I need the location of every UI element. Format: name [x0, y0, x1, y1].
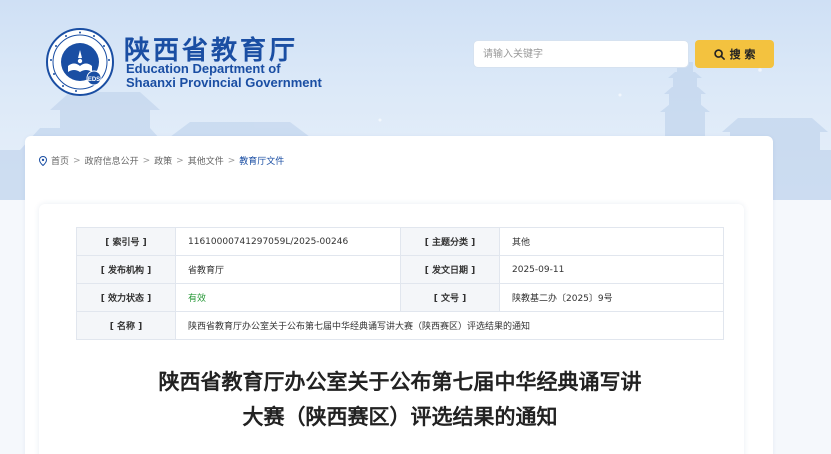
document-title: 陕西省教育厅办公室关于公布第七届中华经典诵写讲 大赛（陕西赛区）评选结果的通知 — [80, 365, 720, 435]
document-number-label: [ 文号 ] — [400, 283, 500, 312]
site-title-english-line1: Education Department of — [126, 61, 281, 76]
validity-status-value: 有效 — [175, 283, 401, 312]
logo-text: EDS — [88, 77, 100, 83]
validity-status-label: [ 效力状态 ] — [76, 283, 176, 312]
issuing-agency-value: 省教育厅 — [175, 255, 401, 284]
breadcrumb: 首页 > 政府信息公开 > 政策 > 其他文件 > 教育厅文件 — [39, 154, 284, 167]
search-button-label: 搜 索 — [729, 48, 756, 61]
breadcrumb-gov-info[interactable]: 政府信息公开 — [85, 154, 139, 167]
search-button[interactable]: 搜 索 — [695, 40, 774, 68]
search-input[interactable] — [474, 41, 688, 67]
issue-date-value: 2025-09-11 — [499, 255, 724, 284]
name-value: 陕西省教育厅办公室关于公布第七届中华经典诵写讲大赛（陕西赛区）评选结果的通知 — [175, 311, 724, 340]
table-row: [ 效力状态 ] 有效 [ 文号 ] 陕教基二办〔2025〕9号 — [76, 283, 724, 312]
index-number-label: [ 索引号 ] — [76, 227, 176, 256]
topic-category-value: 其他 — [499, 227, 724, 256]
index-number-value: 11610000741297059L/2025-00246 — [175, 227, 401, 256]
table-row: [ 发布机构 ] 省教育厅 [ 发文日期 ] 2025-09-11 — [76, 255, 724, 284]
search-icon — [713, 48, 725, 60]
breadcrumb-policy[interactable]: 政策 — [154, 154, 172, 167]
site-title-english-line2: Shaanxi Provincial Government — [126, 75, 322, 90]
document-title-line2: 大赛（陕西赛区）评选结果的通知 — [242, 405, 558, 429]
breadcrumb-separator: > — [142, 155, 151, 166]
issue-date-label: [ 发文日期 ] — [400, 255, 500, 284]
name-label: [ 名称 ] — [76, 311, 176, 340]
breadcrumb-separator: > — [227, 155, 236, 166]
issuing-agency-label: [ 发布机构 ] — [76, 255, 176, 284]
table-row: [ 名称 ] 陕西省教育厅办公室关于公布第七届中华经典诵写讲大赛（陕西赛区）评选… — [76, 311, 724, 340]
table-row: [ 索引号 ] 11610000741297059L/2025-00246 [ … — [76, 227, 724, 256]
breadcrumb-separator: > — [73, 155, 81, 166]
breadcrumb-other-files[interactable]: 其他文件 — [188, 154, 224, 167]
topic-category-label: [ 主题分类 ] — [400, 227, 500, 256]
breadcrumb-separator: > — [176, 155, 184, 166]
breadcrumb-current[interactable]: 教育厅文件 — [239, 154, 284, 167]
breadcrumb-home[interactable]: 首页 — [51, 154, 69, 167]
document-metadata-table: [ 索引号 ] 11610000741297059L/2025-00246 [ … — [76, 227, 724, 340]
location-pin-icon — [39, 155, 47, 166]
document-title-line1: 陕西省教育厅办公室关于公布第七届中华经典诵写讲 — [158, 370, 642, 394]
document-number-value: 陕教基二办〔2025〕9号 — [499, 283, 724, 312]
site-title-english[interactable]: Education Department of Shaanxi Provinci… — [126, 62, 322, 90]
emblem-icon[interactable]: EDS — [46, 28, 114, 96]
